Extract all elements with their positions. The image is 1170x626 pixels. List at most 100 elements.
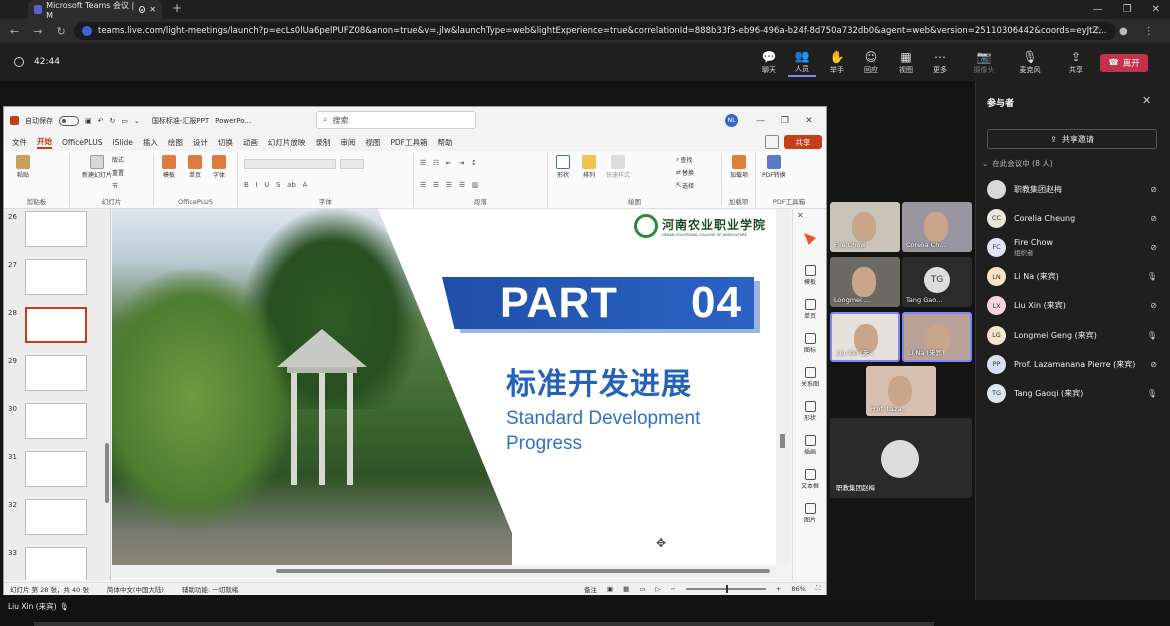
slide-thumbnail[interactable] [25, 547, 87, 580]
ppt-share-button[interactable]: 共享 [784, 135, 822, 149]
participant-row[interactable]: 职教集团赵梅 ⊘ [987, 178, 1157, 200]
video-tile[interactable]: Longmei ... [830, 257, 900, 307]
forward-icon[interactable]: → [33, 25, 42, 38]
sorter-view-icon[interactable]: ▦ [623, 585, 629, 593]
side-pane-item[interactable]: 模板 [793, 265, 827, 286]
ribbon-tab[interactable]: 设计 [193, 137, 208, 148]
zoom-slider[interactable] [685, 584, 766, 593]
undo-icon[interactable]: ↶ [98, 117, 104, 125]
slide-thumbnail[interactable] [25, 211, 87, 247]
autosave-toggle[interactable] [59, 115, 79, 126]
addins-button[interactable]: 加载项 [730, 155, 748, 179]
toolbar-react-button[interactable]: ☺ 回应 [857, 49, 885, 77]
present-icon[interactable]: ▭ [121, 117, 128, 125]
zoom-out-icon[interactable]: − [670, 585, 675, 593]
share-invite-button[interactable]: ⇪ 共享邀请 [987, 129, 1157, 149]
user-avatar[interactable]: NL [725, 114, 738, 127]
self-video-tile[interactable]: 职教集团赵梅 [830, 418, 972, 498]
video-tile[interactable]: Corelia Ch... [902, 202, 972, 252]
slide-canvas[interactable]: 河南农业职业学院 HENAN VOCATIONAL COLLEGE OF AGR… [112, 209, 776, 565]
toolbar-mic-off-button[interactable]: 🎙 麦克风 [1016, 49, 1044, 77]
side-pane-item[interactable]: 图片 [793, 503, 827, 524]
browser-menu-icon[interactable]: ⋮ [1144, 26, 1154, 37]
video-tile[interactable]: Prof. Laza... [866, 366, 936, 416]
side-pane-item[interactable]: 形状 [793, 401, 827, 422]
slide-thumbnail[interactable] [25, 307, 87, 343]
participant-row[interactable]: FC Fire Chow 组织者 ⊘ [987, 236, 1157, 258]
ribbon-tab[interactable]: 录制 [315, 137, 330, 148]
template-button[interactable]: 模板 [162, 155, 176, 179]
profile-icon[interactable]: ● [1119, 26, 1128, 37]
side-pane-item[interactable]: 关系图 [793, 367, 827, 388]
toolbar-people-button[interactable]: 👥 人员 [788, 49, 816, 77]
site-info-icon[interactable] [82, 26, 92, 36]
layout-button[interactable]: 版式 [112, 155, 124, 164]
fit-slide-icon[interactable]: ⛶ [816, 584, 821, 593]
paste-button[interactable]: 粘贴 [16, 155, 30, 179]
back-icon[interactable]: ← [10, 25, 19, 38]
url-bar[interactable]: teams.live.com/light-meetings/launch?p=e… [74, 22, 1116, 40]
paragraph-align-buttons[interactable]: ☰ ☰ ☰ ☰ ▥ [420, 181, 540, 191]
participant-row[interactable]: LG Longmei Geng (来宾) 🎙 [987, 324, 1157, 346]
ppt-restore-icon[interactable]: ❐ [781, 116, 789, 126]
ppt-search-input[interactable]: ⌕ 搜索 [316, 111, 476, 129]
vertical-scroll-thumb[interactable] [780, 434, 785, 448]
maximize-icon[interactable]: ❐ [1123, 4, 1132, 15]
slide-vertical-scrollbar[interactable] [776, 209, 790, 565]
section-button[interactable]: 节 [112, 181, 118, 190]
new-slide-button[interactable]: 新建幻灯片 [82, 155, 112, 179]
horizontal-scroll-thumb[interactable] [276, 569, 770, 573]
reading-view-icon[interactable]: ▭ [639, 585, 645, 593]
find-button[interactable]: ⌕ 查找 [676, 155, 692, 165]
zoom-in-icon[interactable]: + [776, 585, 781, 593]
side-pane-item[interactable]: 单页 [793, 299, 827, 320]
toolbar-view-button[interactable]: ▦ 视图 [892, 49, 920, 77]
ribbon-tab[interactable]: 开始 [37, 136, 52, 149]
ribbon-tab[interactable]: PDF工具箱 [390, 137, 427, 148]
new-tab-button[interactable]: + [172, 1, 182, 15]
side-pane-item[interactable]: 文本框 [793, 469, 827, 490]
toolbar-chat-button[interactable]: 💬 聊天 [755, 49, 783, 77]
participant-row[interactable]: CC Corelia Cheung ⊘ [987, 207, 1157, 229]
reset-button[interactable]: 重置 [112, 168, 124, 177]
reload-icon[interactable]: ↻ [56, 25, 65, 38]
single-page-button[interactable]: 单页 [188, 155, 202, 179]
leave-button[interactable]: ☎ 离开 [1100, 54, 1148, 72]
font-format-buttons[interactable]: B I U S ab A [244, 181, 404, 191]
participant-row[interactable]: LN Li Na (来宾) 🎙 [987, 266, 1157, 288]
pdf-convert-button[interactable]: PDF转换 [762, 155, 786, 179]
ppt-close-icon[interactable]: ✕ [805, 116, 813, 126]
toolbar-share-button[interactable]: ⇪ 共享 [1062, 49, 1090, 77]
ribbon-tab[interactable]: 切换 [218, 137, 233, 148]
participant-row[interactable]: TG Tang Gaoqi (来宾) 🎙 [987, 382, 1157, 404]
quick-styles-button[interactable]: 快速样式 [606, 155, 630, 179]
tab-close-icon[interactable]: ✕ [149, 5, 156, 14]
customize-icon[interactable]: ⌄ [134, 117, 140, 125]
zoom-level[interactable]: 86% [791, 585, 805, 593]
ribbon-tab[interactable]: 幻灯片放映 [268, 137, 306, 148]
ribbon-tab[interactable]: OfficePLUS [62, 138, 102, 147]
minimize-icon[interactable]: — [1093, 4, 1103, 15]
replace-button[interactable]: ⇄ 替换 [676, 168, 694, 177]
select-button[interactable]: ⇱ 选择 [676, 181, 694, 190]
slideshow-icon[interactable]: ▷ [655, 585, 660, 593]
in-meeting-section[interactable]: ⌄ 在此会议中 (8 人) [982, 158, 1053, 169]
slide-thumbnail[interactable] [25, 355, 87, 391]
language-status[interactable]: 简体中文(中国大陆) [107, 584, 164, 594]
notes-button[interactable]: 备注 [584, 584, 597, 594]
participant-row[interactable]: PP Prof. Lazamanana Pierre (来宾) ⊘ [987, 353, 1157, 375]
ribbon-tab[interactable]: 动画 [243, 137, 258, 148]
side-pane-item[interactable]: 图标 [793, 333, 827, 354]
ribbon-tab[interactable]: 帮助 [438, 137, 453, 148]
save-icon[interactable]: ▣ [85, 117, 92, 125]
slide-thumbnail[interactable] [25, 259, 87, 295]
arrange-button[interactable]: 排列 [582, 155, 596, 179]
toolbar-camera-off-button[interactable]: 📷 摄像头 [970, 49, 998, 77]
close-panel-icon[interactable]: ✕ [1142, 94, 1151, 107]
slide-horizontal-scrollbar[interactable] [112, 565, 776, 577]
slide-thumbnail[interactable] [25, 499, 87, 535]
toolbar-raise-hand-button[interactable]: ✋ 举手 [823, 49, 851, 77]
ppt-minimize-icon[interactable]: — [756, 116, 765, 126]
close-window-icon[interactable]: ✕ [1152, 4, 1160, 15]
bookmark-star-icon[interactable]: ☆ [1094, 26, 1103, 37]
